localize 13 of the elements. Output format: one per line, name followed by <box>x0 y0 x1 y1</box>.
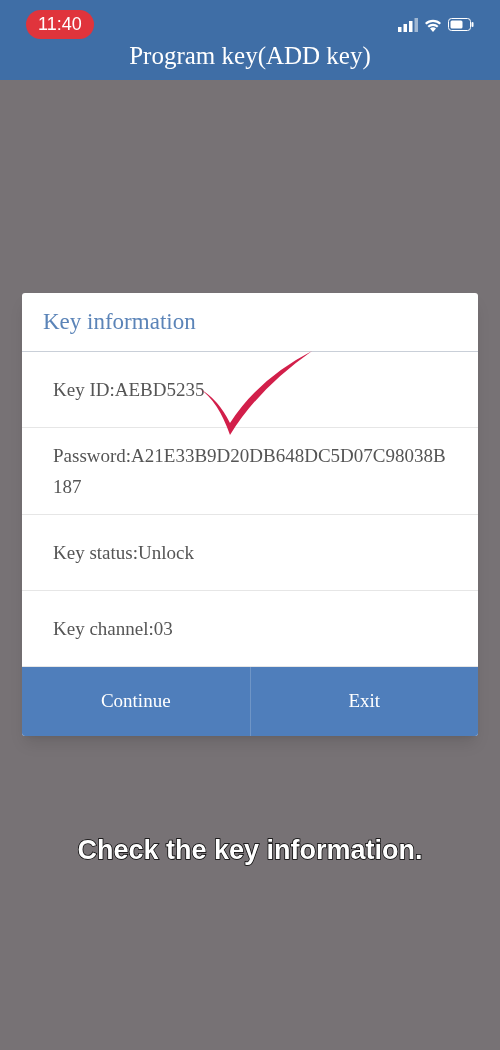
wifi-icon <box>424 17 442 32</box>
dialog-button[interactable]: Continue <box>22 667 250 736</box>
dialog-title: Key information <box>43 307 196 336</box>
signal-icon <box>398 17 418 32</box>
info-text: Password:A21E33B9D20DB648DC5D07C98038B187 <box>53 444 447 499</box>
battery-icon <box>448 18 474 31</box>
status-time: 11:40 <box>26 10 94 39</box>
info-text: Key status:Unlock <box>53 541 194 565</box>
video-caption: Check the key information. <box>77 834 423 867</box>
dialog-button[interactable]: Exit <box>249 667 478 736</box>
info-text: Key ID:AEBD5235 <box>53 378 205 402</box>
info-text: Key channel:03 <box>53 617 173 641</box>
screen-title: Program key(ADD key) <box>129 41 371 72</box>
